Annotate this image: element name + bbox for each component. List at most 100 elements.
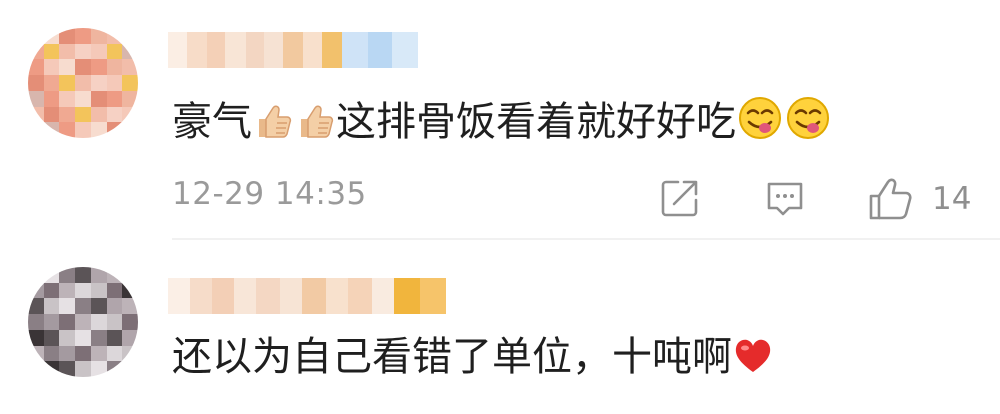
mosaic-tile: [75, 59, 91, 76]
mosaic-tile: [392, 32, 418, 68]
mosaic-tile: [122, 75, 138, 91]
mosaic-tile: [302, 278, 326, 314]
share-icon: [661, 180, 698, 217]
mosaic-tile: [106, 75, 123, 91]
mosaic-tile: [90, 43, 107, 60]
mosaic-tile: [106, 59, 123, 76]
mosaic-tile: [28, 90, 44, 107]
mosaic-tile: [59, 59, 76, 76]
mosaic-tile: [43, 329, 60, 346]
mosaic-tile: [43, 43, 60, 60]
mosaic-tile: [206, 32, 226, 68]
mosaic-tile: [168, 278, 190, 314]
comment-body: 这排骨饭看着就好好吃: [336, 99, 736, 145]
username-blurred[interactable]: [168, 32, 418, 68]
mosaic-tile: [106, 329, 123, 346]
mosaic-tile: [28, 267, 44, 283]
mosaic-tile: [90, 106, 107, 123]
mosaic-tile: [43, 345, 60, 362]
mosaic-tile: [326, 278, 348, 314]
red-heart-emoji: [733, 336, 773, 389]
mosaic-tile: [28, 329, 44, 346]
share-button[interactable]: [658, 176, 702, 224]
mosaic-tile: [90, 345, 107, 362]
mosaic-tile: [43, 267, 60, 283]
mosaic-tile: [75, 28, 91, 44]
mosaic-tile: [75, 43, 91, 60]
mosaic-tile: [59, 28, 76, 44]
mosaic-tile: [106, 282, 123, 299]
mosaic-tile: [28, 28, 44, 44]
avatar[interactable]: [28, 267, 138, 377]
thumbs-up-emoji: [295, 101, 335, 154]
mosaic-tile: [122, 314, 138, 330]
mosaic-tile: [43, 75, 60, 91]
like-icon: [869, 178, 912, 220]
mosaic-tile: [106, 361, 123, 377]
mosaic-tile: [122, 122, 138, 138]
mosaic-tile: [59, 345, 76, 362]
mosaic-tile: [75, 314, 91, 330]
thumbs-up-emoji: [253, 101, 293, 154]
mosaic-tile: [43, 282, 60, 299]
comment-item: 豪气 这排骨饭看着就好好吃 12-29 14:35 14: [0, 0, 1000, 245]
mosaic-tile: [106, 314, 123, 330]
mosaic-tile: [75, 90, 91, 107]
username-blurred[interactable]: [168, 278, 446, 314]
mosaic-tile: [28, 345, 44, 362]
mosaic-tile: [59, 122, 76, 138]
mosaic-tile: [106, 43, 123, 60]
mosaic-tile: [75, 345, 91, 362]
mosaic-tile: [28, 122, 44, 138]
comment-text: 还以为自己看错了单位，十吨啊: [172, 331, 774, 389]
mosaic-tile: [90, 329, 107, 346]
mosaic-tile: [43, 106, 60, 123]
mosaic-tile: [90, 28, 107, 44]
mosaic-tile: [106, 106, 123, 123]
like-button[interactable]: 14: [866, 176, 971, 222]
mosaic-tile: [75, 106, 91, 123]
mosaic-tile: [212, 278, 234, 314]
mosaic-tile: [256, 278, 280, 314]
mosaic-tile: [122, 282, 138, 299]
mosaic-tile: [303, 32, 322, 68]
mosaic-tile: [106, 345, 123, 362]
mosaic-tile: [28, 43, 44, 60]
mosaic-tile: [264, 32, 283, 68]
comment-button[interactable]: [763, 176, 807, 224]
mosaic-tile: [368, 32, 393, 68]
mosaic-tile: [43, 361, 60, 377]
mosaic-tile: [90, 90, 107, 107]
mosaic-tile: [59, 361, 76, 377]
mosaic-tile: [28, 282, 44, 299]
mosaic-tile: [282, 32, 304, 68]
mosaic-tile: [372, 278, 394, 314]
face-savoring-food-emoji: [737, 95, 783, 154]
avatar[interactable]: [28, 28, 138, 138]
mosaic-tile: [186, 32, 207, 68]
mosaic-tile: [75, 329, 91, 346]
mosaic-tile: [59, 282, 76, 299]
mosaic-tile: [43, 122, 60, 138]
like-count: 14: [932, 181, 972, 217]
mosaic-tile: [75, 282, 91, 299]
mosaic-tile: [122, 106, 138, 123]
mosaic-tile: [28, 106, 44, 123]
mosaic-tile: [59, 106, 76, 123]
mosaic-tile: [59, 90, 76, 107]
mosaic-tile: [43, 314, 60, 330]
mosaic-tile: [28, 361, 44, 377]
mosaic-tile: [28, 298, 44, 315]
comment-text: 豪气 这排骨饭看着就好好吃: [172, 95, 832, 154]
mosaic-tile: [122, 298, 138, 315]
mosaic-tile: [90, 282, 107, 299]
mosaic-tile: [59, 329, 76, 346]
mosaic-tile: [59, 267, 76, 283]
mosaic-tile: [90, 122, 107, 138]
mosaic-tile: [59, 75, 76, 91]
mosaic-tile: [43, 298, 60, 315]
mosaic-tile: [122, 329, 138, 346]
mosaic-tile: [225, 32, 246, 68]
mosaic-tile: [59, 298, 76, 315]
mosaic-tile: [90, 267, 107, 283]
